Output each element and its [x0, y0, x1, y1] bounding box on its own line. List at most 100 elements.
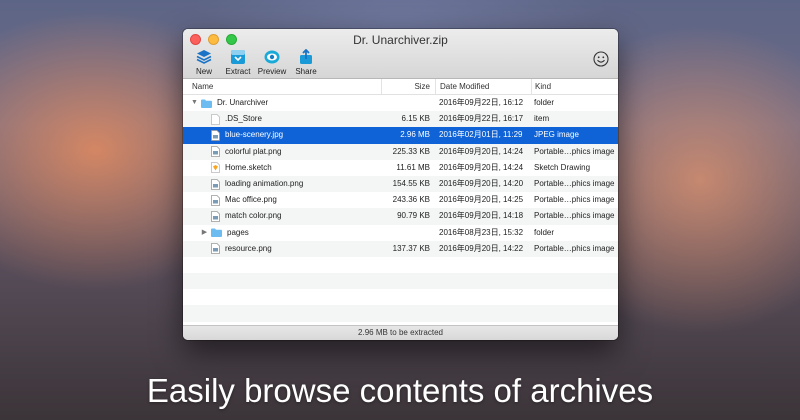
empty-row [183, 305, 618, 322]
file-kind: item [534, 114, 550, 124]
image-file-icon [211, 146, 220, 158]
file-icon-wrap [208, 162, 225, 174]
file-date-modified: 2016年09月22日, 16:12 [439, 98, 524, 107]
column-kind[interactable]: Kind [531, 79, 618, 94]
share-icon [300, 49, 312, 64]
file-row[interactable]: Home.sketch 11.61 MB 2016年09月20日, 14:24 Ske… [183, 160, 618, 176]
file-name: match color.png [225, 211, 282, 221]
file-row[interactable]: resource.png 137.37 KB 2016年09月20日, 14:22 P… [183, 240, 618, 257]
file-date-modified: 2016年09月22日, 16:17 [439, 114, 524, 124]
file-name: resource.png [225, 243, 272, 253]
file-row[interactable]: loading animation.png 154.55 KB 2016年09月20… [183, 175, 618, 193]
file-size: 6.15 KB [401, 114, 430, 124]
file-name-cell: loading animation.png [183, 176, 381, 192]
image-file-icon [211, 243, 220, 255]
file-date-modified: 2016年08月23日, 15:32 [439, 227, 524, 237]
file-kind: Portable…phics image [534, 211, 615, 221]
toolbar: New Extract Preview Share [189, 49, 321, 76]
file-name-cell: ▶ pages [183, 225, 381, 241]
file-name-cell: ▼ Dr. Unarchiver [183, 95, 381, 111]
file-size: 154.55 KB [392, 178, 430, 188]
file-name-cell: resource.png [183, 241, 381, 257]
preview-label: Preview [257, 67, 287, 76]
file-icon-wrap [208, 194, 225, 206]
file-name: Mac office.png [225, 195, 277, 205]
document-icon [211, 113, 220, 125]
file-kind: Portable…phics image [534, 178, 615, 188]
eye-icon [264, 50, 280, 64]
new-button[interactable]: New [189, 49, 219, 76]
file-row[interactable]: ▶ pages 2016年08月23日, 15:32 folder [183, 225, 618, 241]
file-date-modified: 2016年09月20日, 14:24 [439, 146, 524, 156]
file-date-modified: 2016年09月20日, 14:24 [439, 162, 524, 172]
window-title: Dr. Unarchiver.zip [353, 33, 448, 47]
file-name-cell: colorful plat.png [183, 144, 381, 160]
file-kind: folder [534, 227, 555, 237]
titlebar: Dr. Unarchiver.zip New Extract Preview S… [183, 29, 618, 79]
disclosure-collapsed-icon[interactable]: ▶ [201, 225, 208, 241]
file-kind: Portable…phics image [534, 146, 615, 156]
file-name: .DS_Store [225, 114, 262, 124]
file-date-modified: 2016年09月20日, 14:25 [439, 195, 524, 205]
file-row[interactable]: match color.png 90.79 KB 2016年09月20日, 14:1… [183, 208, 618, 225]
file-name-cell: .DS_Store [183, 111, 381, 127]
file-list: ▼ Dr. Unarchiver 2016年09月22日, 16:12 folder.… [183, 95, 618, 338]
file-size: 11.61 MB [396, 162, 430, 172]
file-icon-wrap [208, 178, 225, 190]
file-name: colorful plat.png [225, 146, 282, 156]
file-size: 243.36 KB [392, 195, 430, 205]
file-icon-wrap [208, 228, 227, 238]
file-kind: Sketch Drawing [534, 162, 591, 172]
column-name[interactable]: Name [183, 79, 381, 94]
file-size: 90.79 KB [397, 211, 430, 221]
file-date-modified: 2016年02月01日, 11:29 [439, 130, 523, 140]
file-row[interactable]: colorful plat.png 225.33 KB 2016年09月20日, 1… [183, 143, 618, 160]
column-date-modified[interactable]: Date Modified [435, 79, 531, 94]
share-button[interactable]: Share [291, 49, 321, 76]
file-kind: folder [534, 98, 555, 107]
column-size[interactable]: Size [381, 79, 435, 94]
file-kind: Portable…phics image [534, 243, 615, 253]
file-icon-wrap [208, 130, 225, 141]
file-size: 225.33 KB [392, 146, 430, 156]
preview-button[interactable]: Preview [257, 49, 287, 76]
archive-window: Dr. Unarchiver.zip New Extract Preview S… [183, 29, 618, 340]
extract-label: Extract [225, 67, 251, 76]
file-icon-wrap [208, 243, 225, 255]
file-row[interactable]: ▼ Dr. Unarchiver 2016年09月22日, 16:12 folder [183, 95, 618, 111]
disclosure-expanded-icon[interactable]: ▼ [191, 95, 198, 111]
file-row[interactable]: blue-scenery.jpg 2.96 MB 2016年02月01日, 11:2… [183, 127, 618, 144]
file-size: 137.37 KB [392, 243, 430, 253]
sketch-icon [211, 162, 220, 174]
image-file-icon [211, 194, 220, 206]
file-name: Dr. Unarchiver [217, 98, 269, 108]
file-row[interactable]: .DS_Store 6.15 KB 2016年09月22日, 16:17 item [183, 111, 618, 128]
empty-row [183, 273, 618, 290]
file-row[interactable]: Mac office.png 243.36 KB 2016年09月20日, 14:2… [183, 192, 618, 208]
file-date-modified: 2016年09月20日, 14:22 [439, 243, 524, 253]
share-label: Share [295, 67, 317, 76]
file-name-cell: blue-scenery.jpg [183, 127, 381, 143]
layers-icon [196, 50, 212, 64]
file-name: pages [227, 227, 249, 237]
folder-icon [201, 99, 212, 108]
file-name-cell: Mac office.png [183, 192, 381, 208]
file-date-modified: 2016年09月20日, 14:20 [439, 178, 524, 188]
image-file-icon [211, 178, 220, 190]
file-name: Home.sketch [225, 162, 272, 172]
extract-button[interactable]: Extract [223, 49, 253, 76]
file-icon-wrap [208, 146, 225, 158]
folder-icon [211, 228, 222, 238]
file-name: loading animation.png [225, 179, 304, 189]
file-icon-wrap [198, 99, 217, 108]
empty-row [183, 289, 618, 305]
file-size [381, 95, 435, 111]
file-kind: Portable…phics image [534, 195, 615, 205]
marketing-caption: Easily browse contents of archives [146, 372, 654, 409]
extract-icon [231, 50, 245, 64]
smiley-icon[interactable] [593, 51, 609, 67]
new-label: New [195, 67, 212, 76]
image-file-icon [211, 211, 220, 222]
column-header: Name Size Date Modified Kind [183, 79, 618, 95]
file-name-cell: Home.sketch [183, 160, 381, 176]
